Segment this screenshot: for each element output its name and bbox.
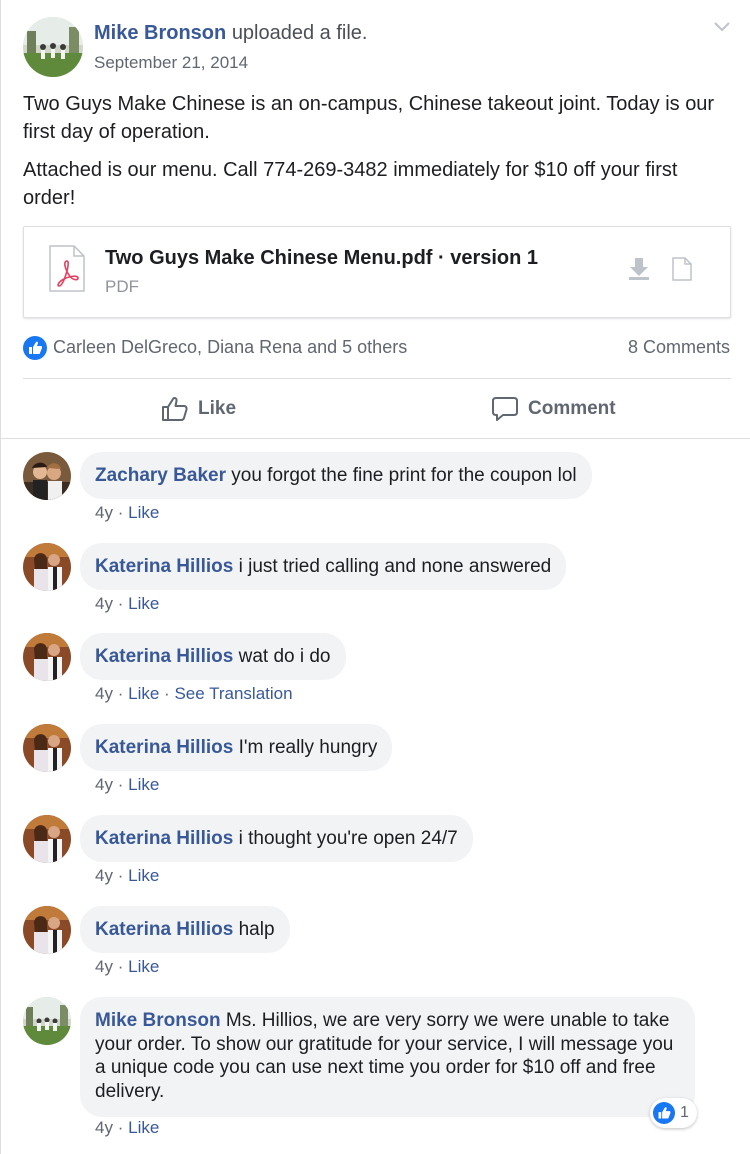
commenter-avatar[interactable] [23,452,71,500]
commenter-avatar[interactable] [23,543,71,591]
attachment-type: PDF [105,277,139,296]
comment-bubble-icon [492,397,518,421]
comment-bubble: Katerina Hillios halp [80,906,290,953]
comment-text: I'm really hungry [238,737,378,758]
comment-bubble: Katerina Hillios I'm really hungry [80,724,393,771]
separator: · [117,866,124,885]
commenter-avatar[interactable] [23,997,71,1045]
comment-meta: 4y · Like [95,594,159,614]
comment-text: i just tried calling and none answered [238,556,552,577]
file-attachment[interactable]: Two Guys Make Chinese Menu.pdf · version… [23,226,731,318]
comment-age[interactable]: 4y [95,775,113,794]
comment-meta: 4y · Like [95,775,159,795]
commenter-name[interactable]: Katerina Hillios [95,919,233,940]
chevron-down-icon[interactable] [713,20,731,34]
post-author-name[interactable]: Mike Bronson [94,22,226,44]
divider [23,378,731,379]
post-body-paragraph-1: Two Guys Make Chinese is an on-campus, C… [23,93,715,143]
commenter-avatar[interactable] [23,633,71,681]
separator: · [117,957,124,976]
post-author-line: Mike Bronson uploaded a file. [94,22,367,45]
comment-like-link[interactable]: Like [128,775,159,794]
comment-meta: 4y · Like [95,1118,159,1138]
pdf-icon [48,245,86,293]
comment-count[interactable]: 8 Comments [628,337,730,358]
post-body-paragraph-2: Attached is our menu. Call 774-269-3482 … [23,159,678,209]
comment-like-link[interactable]: Like [128,594,159,613]
see-translation-link[interactable]: See Translation [174,684,292,703]
reactors-text[interactable]: Carleen DelGreco, Diana Rena and 5 other… [53,337,407,358]
comment-like-link[interactable]: Like [128,866,159,885]
post-card: Mike Bronson uploaded a file. September … [0,0,750,1154]
download-icon[interactable] [628,257,650,281]
comment-text: halp [238,919,275,940]
comment-text: i thought you're open 24/7 [238,828,458,849]
comment-age[interactable]: 4y [95,684,113,703]
comment-meta: 4y · Like [95,866,159,886]
commenter-name[interactable]: Mike Bronson [95,1010,221,1031]
comment-like-link[interactable]: Like [128,684,159,703]
attachment-title[interactable]: Two Guys Make Chinese Menu.pdf · version… [105,247,538,270]
comment-age[interactable]: 4y [95,957,113,976]
post-action-text: uploaded a file. [231,22,368,44]
commenter-avatar[interactable] [23,815,71,863]
separator: · [164,684,170,703]
commenter-name[interactable]: Katerina Hillios [95,556,233,577]
commenter-avatar[interactable] [23,724,71,772]
comment-meta: 4y · Like [95,957,159,977]
like-button-label: Like [198,398,237,419]
comment-meta: 4y · Like [95,503,159,523]
separator: · [117,684,124,703]
separator: · [117,775,124,794]
commenter-name[interactable]: Katerina Hillios [95,828,233,849]
comment-bubble: Zachary Baker you forgot the fine print … [80,452,592,499]
comment-bubble: Katerina Hillios wat do i do [80,633,346,680]
like-button[interactable]: Like [161,392,236,426]
comment-text: you forgot the fine print for the coupon… [231,465,577,486]
comment-bubble: Katerina Hillios i just tried calling an… [80,543,567,590]
comment-like-link[interactable]: Like [128,1118,159,1137]
comment-age[interactable]: 4y [95,1118,113,1137]
like-reaction-icon [23,336,47,360]
comment-age[interactable]: 4y [95,594,113,613]
comment-button-label: Comment [528,398,616,419]
comment-bubble: Katerina Hillios i thought you're open 2… [80,815,473,862]
comment-button[interactable]: Comment [491,392,616,426]
comment-age[interactable]: 4y [95,503,113,522]
like-reaction-icon [653,1102,675,1124]
comment-like-link[interactable]: Like [128,957,159,976]
document-icon[interactable] [672,257,692,281]
post-timestamp[interactable]: September 21, 2014 [94,53,248,73]
author-avatar[interactable] [23,17,83,77]
commenter-name[interactable]: Katerina Hillios [95,646,233,667]
separator: · [117,1118,124,1137]
comment-age[interactable]: 4y [95,866,113,885]
divider [1,438,750,439]
comment-text: wat do i do [238,646,331,667]
comment-meta: 4y · Like · See Translation [95,684,293,704]
comment-bubble: Mike Bronson Ms. Hillios, we are very so… [80,997,695,1117]
commenter-name[interactable]: Katerina Hillios [95,737,233,758]
separator: · [117,594,124,613]
thumbs-up-icon [162,396,188,421]
comment-reaction-count[interactable]: 1 [650,1098,697,1128]
separator: · [117,503,124,522]
reaction-count: 1 [680,1104,689,1121]
commenter-avatar[interactable] [23,906,71,954]
comment-like-link[interactable]: Like [128,503,159,522]
commenter-name[interactable]: Zachary Baker [95,465,226,486]
